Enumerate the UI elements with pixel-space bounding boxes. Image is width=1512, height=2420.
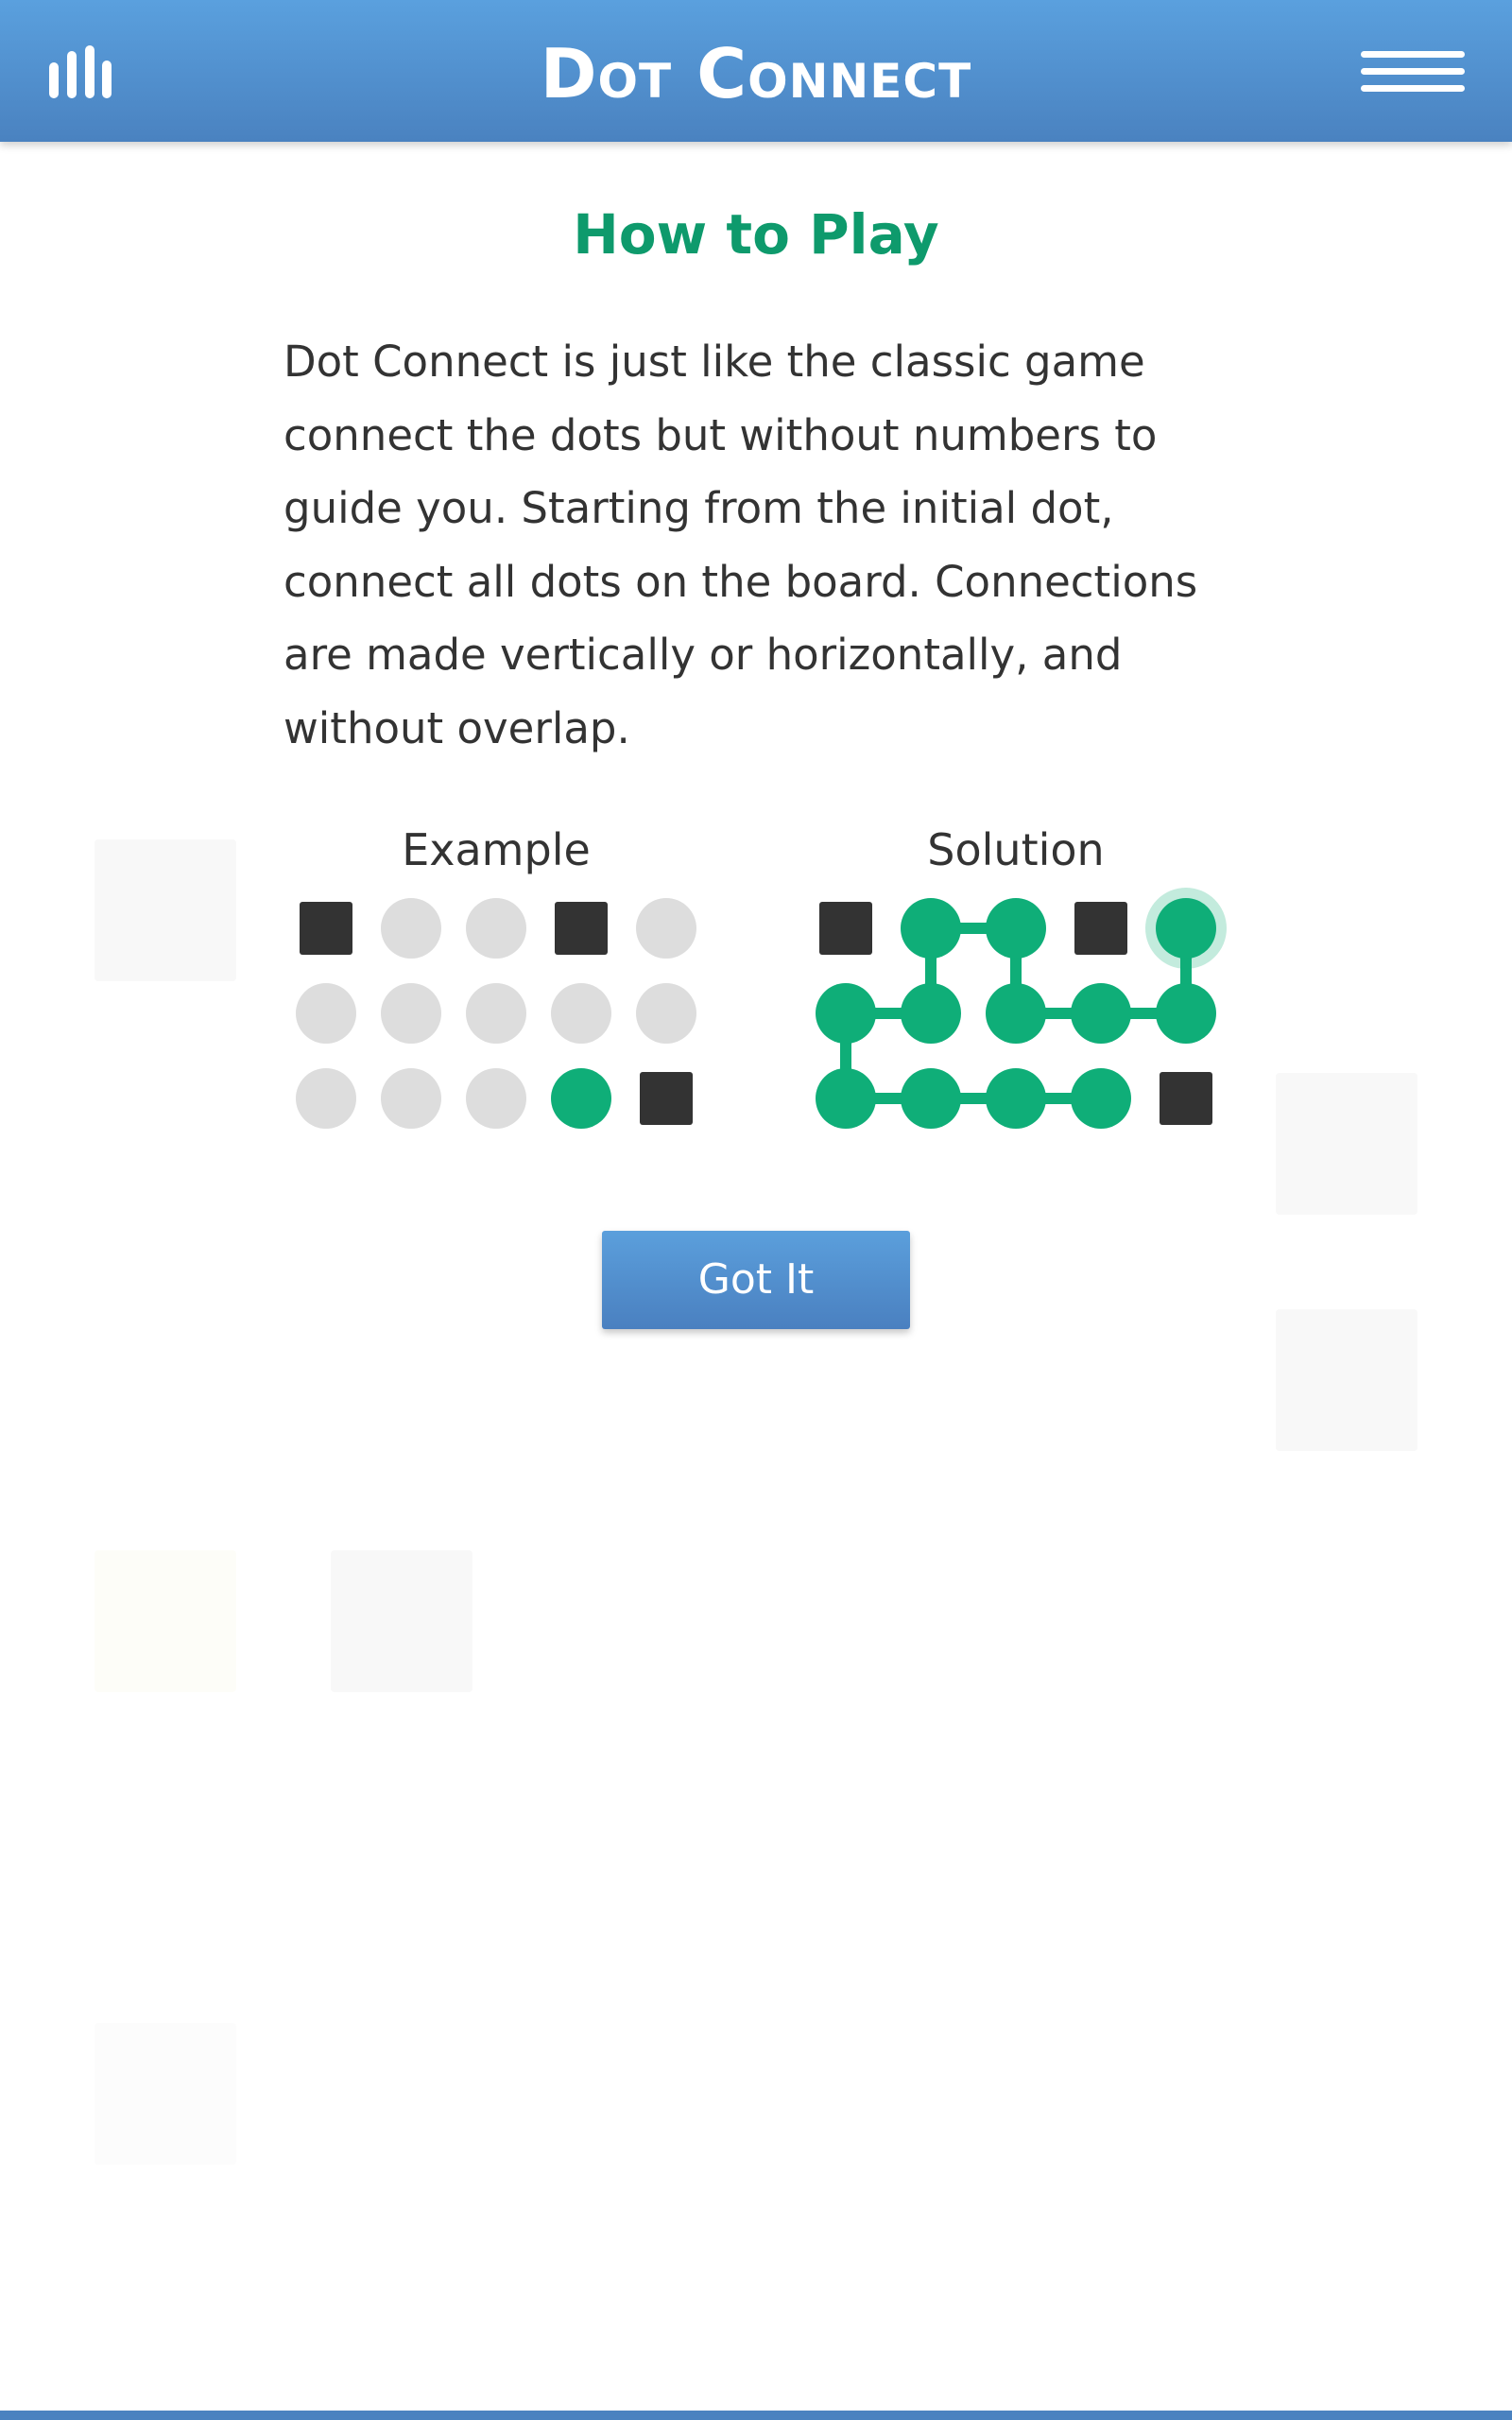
filled-dot [901,898,961,959]
wall-block [555,902,608,955]
filled-dot [901,1068,961,1129]
start-dot [551,1068,611,1129]
filled-dot [1156,983,1216,1044]
got-it-button[interactable]: Got It [602,1231,910,1329]
background-tile [94,2023,236,2165]
background-tile [94,1550,236,1692]
filled-dot [816,983,876,1044]
end-dot [1156,898,1216,959]
empty-dot [466,1068,526,1129]
empty-dot [381,983,441,1044]
page: Dot Connect How to Play Dot Connect is j… [0,0,1512,2420]
background-tile [1276,1073,1418,1215]
background-tile [1276,1309,1418,1451]
filled-dot [901,983,961,1044]
instructions-text: Dot Connect is just like the classic gam… [284,337,1198,753]
example-label: Example [402,824,591,875]
solution-label: Solution [927,824,1105,875]
empty-dot [466,898,526,959]
empty-dot [636,983,696,1044]
empty-dot [381,898,441,959]
hamburger-menu-icon[interactable] [1361,49,1465,95]
wall-block [300,902,352,955]
filled-dot [1071,1068,1131,1129]
empty-dot [466,983,526,1044]
empty-dot [551,983,611,1044]
filled-dot [816,1068,876,1129]
empty-dot [296,983,356,1044]
empty-dot [381,1068,441,1129]
empty-dot [636,898,696,959]
wall-block [640,1072,693,1125]
filled-dot [1071,983,1131,1044]
empty-dot [296,1068,356,1129]
filled-dot [986,898,1046,959]
filled-dot [986,1068,1046,1129]
example-board [296,898,696,1129]
modal-title: How to Play [573,202,939,267]
wall-block [1160,1072,1212,1125]
app-title: Dot Connect [540,34,972,113]
wall-block [1074,902,1127,955]
background-tile [94,839,236,981]
filled-dot [986,983,1046,1044]
background-tile [331,1550,472,1692]
footer-bar [0,2411,1512,2420]
app-header: Dot Connect [0,0,1512,142]
solution-board [816,888,1227,1129]
wall-block [819,902,872,955]
